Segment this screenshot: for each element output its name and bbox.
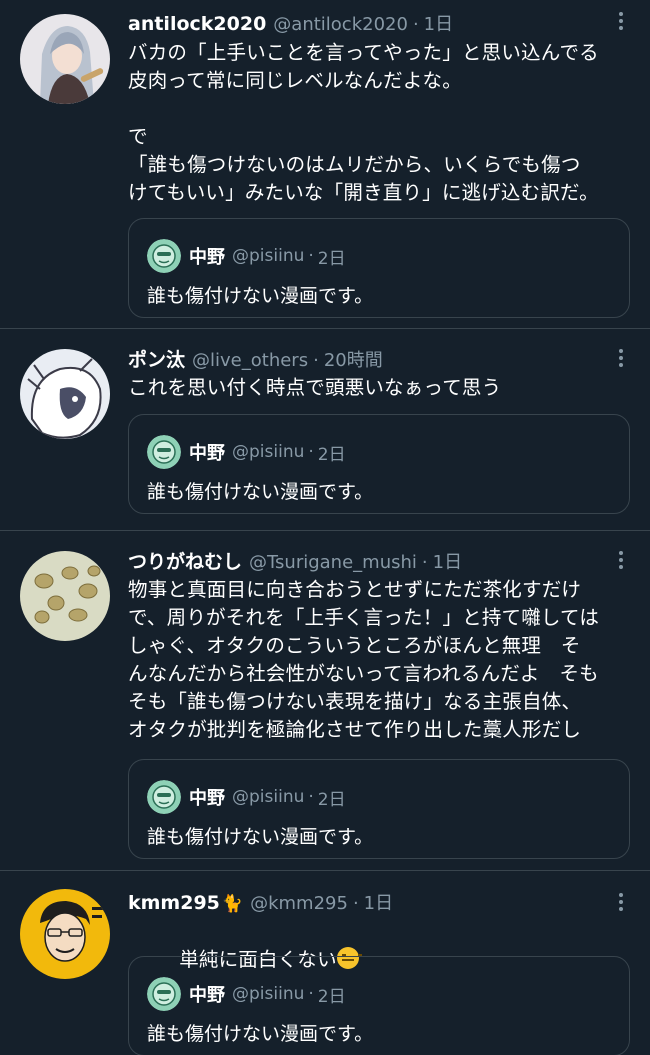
user-handle[interactable]: @Tsurigane_mushi xyxy=(249,552,417,573)
quoted-tweet-text: 誰も傷付けない漫画です。 xyxy=(147,481,374,503)
tweet-text: 物事と真面目に向き合おうとせずにただ茶化すだけ で、周りがそれを「上手く言った！… xyxy=(128,578,600,741)
quoted-user-handle: @pisiinu xyxy=(232,246,305,266)
display-name[interactable]: kmm295 xyxy=(128,892,220,914)
green-face-avatar-icon xyxy=(147,977,181,1011)
tweet-content: ポン汰 @live_others · 20時間 これを思い付く時点で頭悪いなぁっ… xyxy=(128,345,630,402)
tweet[interactable]: ポン汰 @live_others · 20時間 これを思い付く時点で頭悪いなぁっ… xyxy=(0,329,650,531)
quoted-timestamp: 2日 xyxy=(317,789,346,810)
cat-emoji-badge: 🐈 xyxy=(221,894,244,914)
timestamp[interactable]: 20時間 xyxy=(324,346,383,372)
quoted-user-handle: @pisiinu xyxy=(232,984,305,1004)
quoted-display-name: 中野 xyxy=(189,788,225,809)
separator-dot: · xyxy=(313,350,319,371)
cartoon-man-avatar-image xyxy=(20,889,110,979)
quoted-avatar xyxy=(147,977,181,1011)
tweet-header: つりがねむし @Tsurigane_mushi · 1日 xyxy=(128,547,630,573)
separator-dot: · xyxy=(421,552,428,573)
green-face-avatar-icon xyxy=(147,239,181,273)
more-vertical-icon[interactable] xyxy=(618,349,624,370)
separator-dot: · xyxy=(308,984,314,1004)
tweet-text: バカの「上手いことを言ってやった」と思い込んでる 皮肉って常に同じレベルなんだよ… xyxy=(128,41,599,204)
quoted-avatar xyxy=(147,435,181,469)
display-name[interactable]: antilock2020 xyxy=(128,13,266,35)
green-face-avatar-icon xyxy=(147,780,181,814)
tweet-content: つりがねむし @Tsurigane_mushi · 1日 物事と真面目に向き合お… xyxy=(128,547,630,744)
avatar[interactable] xyxy=(20,14,110,104)
user-handle[interactable]: @antilock2020 xyxy=(273,14,408,35)
avatar[interactable] xyxy=(20,551,110,641)
tweet-header: antilock2020 @antilock2020 · 1日 xyxy=(128,10,630,36)
separator-dot: · xyxy=(308,246,314,266)
more-vertical-icon[interactable] xyxy=(618,893,624,914)
quoted-tweet[interactable]: 中野 @pisiinu · 2日 誰も傷付けない漫画です。 xyxy=(128,956,630,1055)
quoted-tweet[interactable]: 中野 @pisiinu · 2日 誰も傷付けない漫画です。 xyxy=(128,218,630,318)
anime-character-avatar-image xyxy=(20,14,110,104)
quoted-tweet-text: 誰も傷付けない漫画です。 xyxy=(147,285,374,307)
timestamp[interactable]: 1日 xyxy=(364,889,393,915)
separator-dot: · xyxy=(308,442,314,462)
quoted-tweet-header: 中野 @pisiinu · 2日 xyxy=(147,435,346,469)
tweet-header: ポン汰 @live_others · 20時間 xyxy=(128,345,630,371)
separator-dot: · xyxy=(352,893,359,914)
quoted-timestamp: 2日 xyxy=(317,248,346,269)
green-face-avatar-icon xyxy=(147,435,181,469)
more-vertical-icon[interactable] xyxy=(618,551,624,572)
timestamp[interactable]: 1日 xyxy=(424,10,453,36)
microorganism-avatar-image xyxy=(20,551,110,641)
timestamp[interactable]: 1日 xyxy=(433,548,462,574)
tweet-content: antilock2020 @antilock2020 · 1日 バカの「上手いこ… xyxy=(128,10,630,207)
quoted-timestamp: 2日 xyxy=(317,986,346,1007)
quoted-display-name: 中野 xyxy=(189,443,225,464)
separator-dot: · xyxy=(308,787,314,807)
more-vertical-icon[interactable] xyxy=(618,12,624,33)
avatar[interactable] xyxy=(20,889,110,979)
quoted-display-name: 中野 xyxy=(189,985,225,1006)
quoted-avatar xyxy=(147,239,181,273)
display-name[interactable]: つりがねむし xyxy=(128,547,242,574)
tweet-header: kmm295 🐈 @kmm295 · 1日 xyxy=(128,889,630,915)
separator-dot: · xyxy=(412,14,419,35)
quoted-avatar xyxy=(147,780,181,814)
user-handle[interactable]: @live_others xyxy=(192,350,308,371)
quoted-tweet[interactable]: 中野 @pisiinu · 2日 誰も傷付けない漫画です。 xyxy=(128,414,630,514)
user-handle[interactable]: @kmm295 xyxy=(250,893,348,914)
timeline-feed: antilock2020 @antilock2020 · 1日 バカの「上手いこ… xyxy=(0,0,650,1055)
quoted-tweet[interactable]: 中野 @pisiinu · 2日 誰も傷付けない漫画です。 xyxy=(128,759,630,859)
quoted-tweet-text: 誰も傷付けない漫画です。 xyxy=(147,1023,374,1045)
quoted-tweet-text: 誰も傷付けない漫画です。 xyxy=(147,826,374,848)
quoted-display-name: 中野 xyxy=(189,247,225,268)
quoted-tweet-header: 中野 @pisiinu · 2日 xyxy=(147,239,346,273)
tweet-text: これを思い付く時点で頭悪いなぁって思う xyxy=(128,376,502,399)
tweet[interactable]: kmm295 🐈 @kmm295 · 1日 単純に面白くない 中野 @pisii… xyxy=(0,871,650,1055)
quoted-tweet-header: 中野 @pisiinu · 2日 xyxy=(147,780,346,814)
white-haired-character-avatar-image xyxy=(20,349,110,439)
tweet[interactable]: antilock2020 @antilock2020 · 1日 バカの「上手いこ… xyxy=(0,0,650,329)
tweet[interactable]: つりがねむし @Tsurigane_mushi · 1日 物事と真面目に向き合お… xyxy=(0,531,650,871)
quoted-user-handle: @pisiinu xyxy=(232,442,305,462)
avatar[interactable] xyxy=(20,349,110,439)
quoted-user-handle: @pisiinu xyxy=(232,787,305,807)
quoted-tweet-header: 中野 @pisiinu · 2日 xyxy=(147,977,346,1011)
quoted-timestamp: 2日 xyxy=(317,444,346,465)
display-name[interactable]: ポン汰 xyxy=(128,345,185,372)
